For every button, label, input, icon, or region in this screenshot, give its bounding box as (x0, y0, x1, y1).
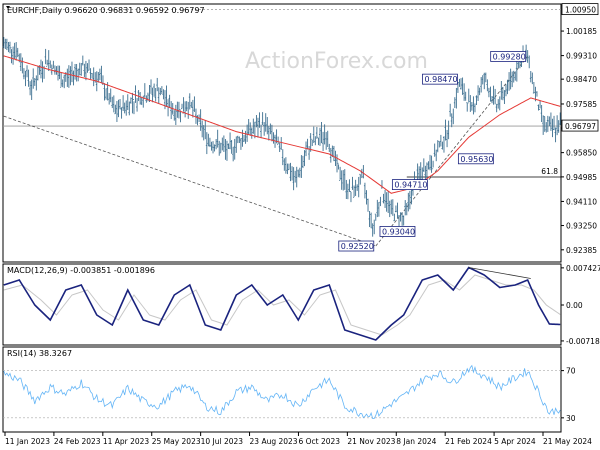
rsi-tick-label: 30 (566, 414, 576, 423)
price-tick-label: 0.98470 (566, 75, 597, 84)
x-tick-label: 5 Apr 2024 (494, 437, 536, 446)
moving-average-line (3, 55, 561, 194)
price-tick-label: 0.99310 (566, 52, 597, 61)
price-annotation-label: 0.94710 (394, 181, 427, 190)
price-header: EURCHF,Daily 0.96620 0.96831 0.96592 0.9… (7, 6, 205, 15)
rsi-line (3, 364, 561, 420)
price-level-label: 0.96797 (565, 122, 596, 131)
macd-line (3, 266, 561, 341)
watermark: ActionForex.com (245, 49, 428, 74)
pane-frame-1 (2, 3, 562, 263)
rsi-header: RSI(14) 38.3267 (7, 349, 72, 358)
price-tick-label: 1.00185 (566, 27, 597, 36)
rsi-tick-label: 70 (566, 367, 576, 376)
price-annotation-label: 0.95630 (460, 155, 493, 164)
x-tick-label: 10 Jul 2023 (201, 437, 244, 446)
price-tick-label: 0.94110 (566, 197, 597, 206)
price-annotation-label: 0.93040 (382, 227, 415, 236)
x-tick-label: 6 Oct 2023 (298, 437, 340, 446)
price-tick-label: 0.97585 (566, 100, 597, 109)
x-tick-label: 21 May 2024 (543, 437, 592, 446)
macd-signal-line (3, 274, 561, 336)
pane-frame-3 (2, 346, 562, 433)
x-tick-label: 25 May 2023 (152, 437, 201, 446)
price-tick-label: 0.95850 (566, 149, 597, 158)
macd-tick-label: 0.00 (566, 301, 583, 310)
macd-trendline (468, 267, 531, 279)
x-tick-label: 11 Jan 2023 (5, 437, 50, 446)
price-annotation-label: 0.99280 (493, 52, 526, 61)
macd-tick-label: -0.007186 (566, 337, 600, 346)
x-tick-label: 24 Feb 2023 (54, 437, 101, 446)
price-tick-label: 0.94985 (566, 173, 597, 182)
price-annotation-label: 0.98470 (424, 75, 457, 84)
macd-tick-label: 0.007427 (566, 264, 600, 273)
x-tick-label: 21 Nov 2023 (347, 437, 395, 446)
price-annotation-label: 0.92520 (341, 242, 374, 251)
x-tick-label: 11 Apr 2023 (103, 437, 150, 446)
x-tick-label: 8 Jan 2024 (396, 437, 436, 446)
x-tick-label: 21 Feb 2024 (445, 437, 492, 446)
x-tick-label: 23 Aug 2023 (250, 437, 298, 446)
price-level-label: 1.00950 (565, 6, 596, 15)
fib-trendline (375, 56, 528, 247)
price-tick-label: 0.92385 (566, 246, 597, 255)
fib-label: 61.8 (541, 167, 558, 176)
price-tick-label: 0.93250 (566, 222, 597, 231)
macd-header: MACD(12,26,9) -0.003851 -0.001896 (7, 266, 155, 275)
eurchf-chart: ActionForex.com 1.00185 0.99310 0.98470 0.97… (2, 3, 600, 446)
